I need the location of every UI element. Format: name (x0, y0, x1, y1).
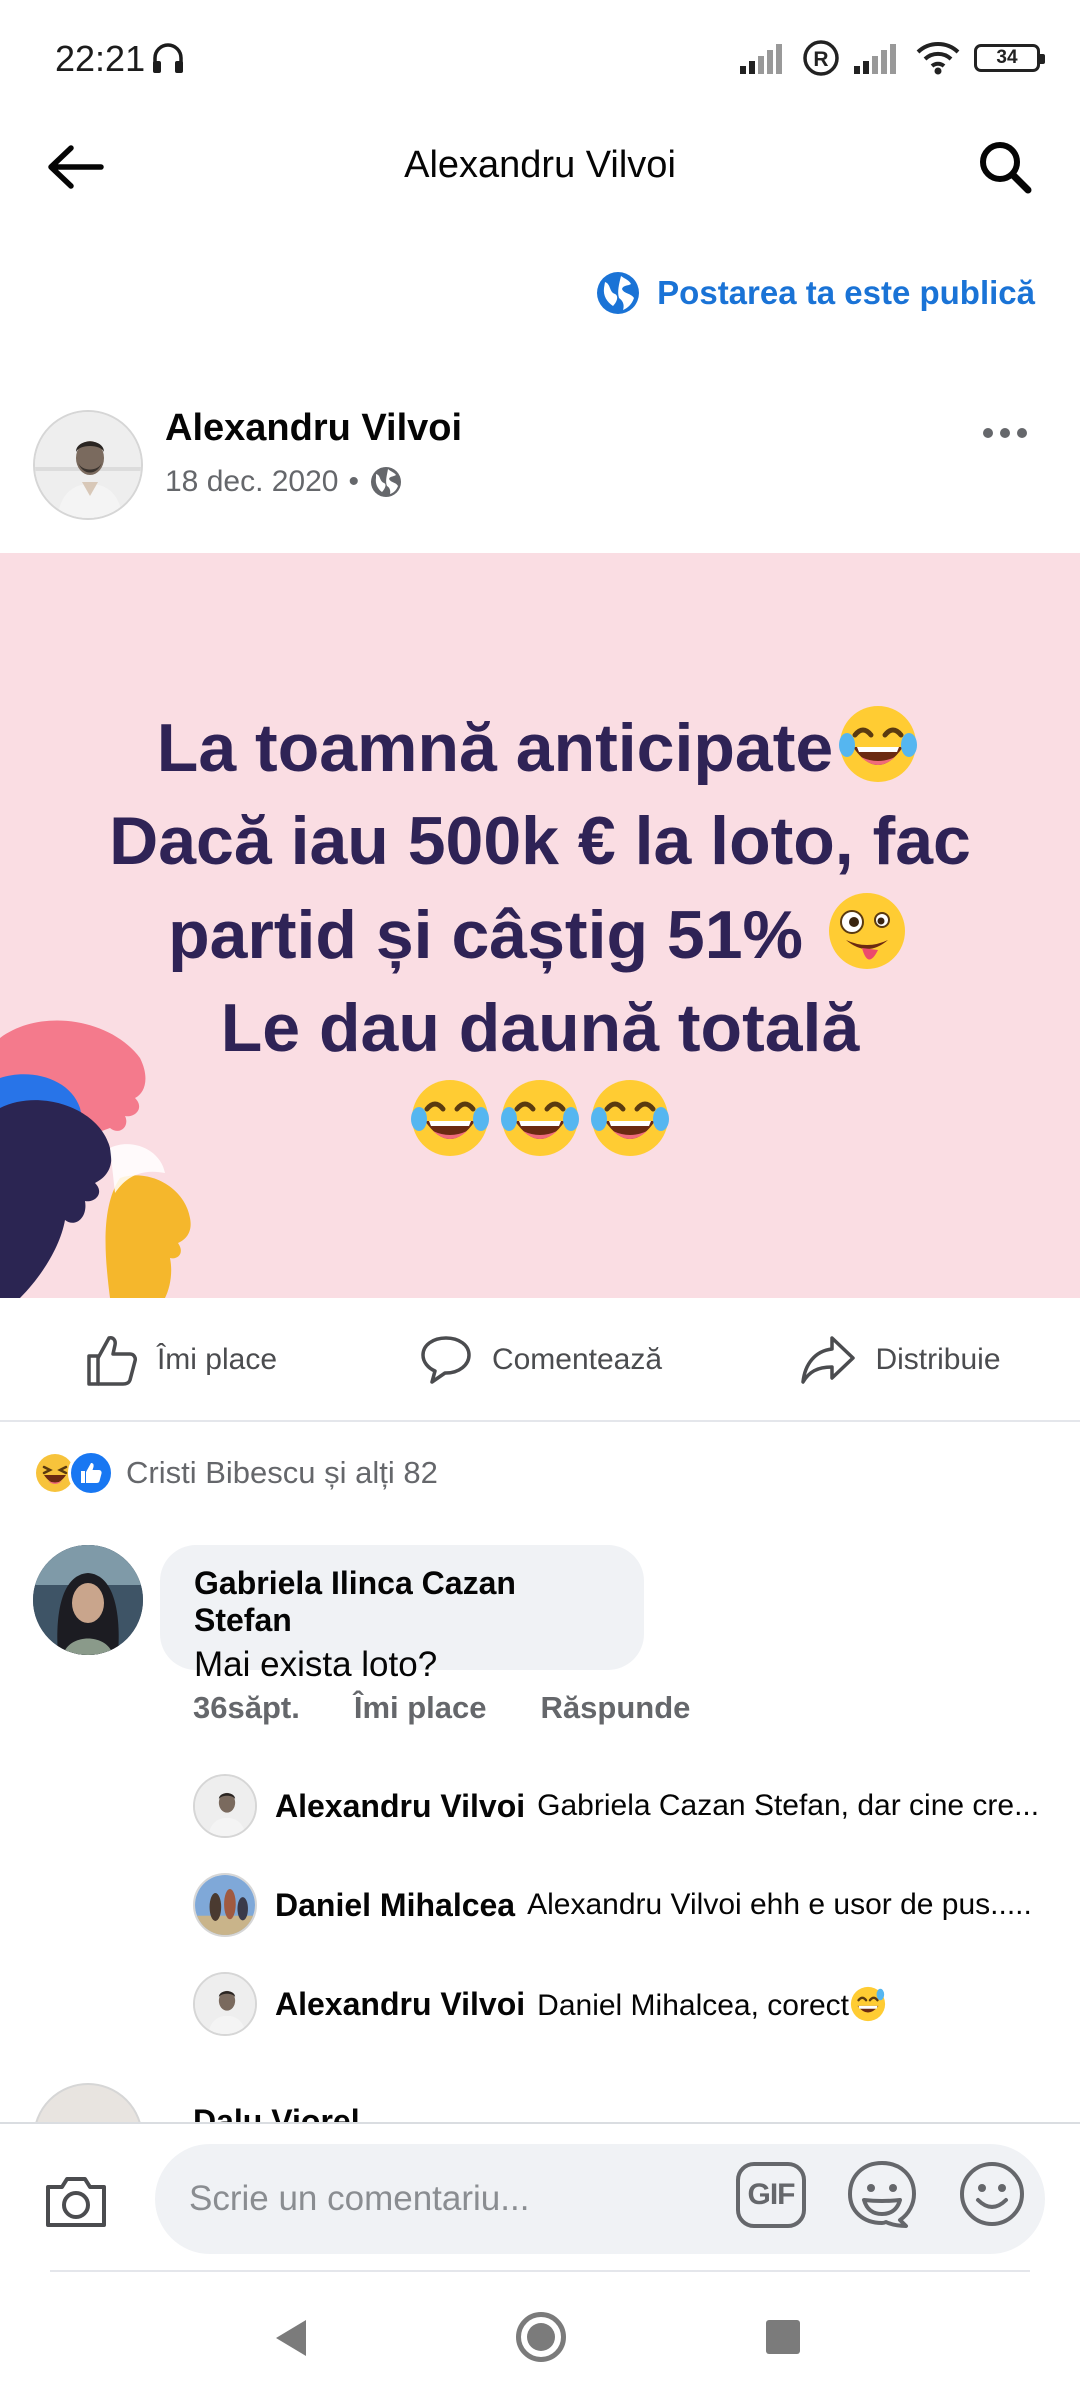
share-button[interactable]: Distribuie (720, 1300, 1080, 1420)
tears-of-joy-emoji (839, 706, 918, 782)
tears-of-joy-emoji (591, 1080, 669, 1156)
reactions-summary[interactable]: Cristi Bibescu și alți 82 (32, 1450, 438, 1496)
tears-of-joy-emoji (411, 1080, 489, 1156)
share-label: Distribuie (875, 1343, 1001, 1376)
reply-author[interactable]: Alexandru Vilvoi (275, 1986, 525, 2023)
avatar (195, 1974, 255, 2034)
camera-icon (46, 2177, 106, 2227)
comment-icon (421, 1336, 471, 1384)
reactions-text: Cristi Bibescu și alți 82 (126, 1455, 438, 1490)
like-reaction-icon (68, 1450, 114, 1496)
status-bar: 22:21 R 34 (0, 0, 1080, 120)
reply-item[interactable]: Daniel Mihalcea Alexandru Vilvoi ehh e u… (193, 1873, 1043, 1937)
battery-icon: 34 (974, 44, 1045, 72)
post-actions: Îmi place Comentează Distribuie (0, 1300, 1080, 1422)
app-header: Alexandru Vilvoi (0, 120, 1080, 210)
privacy-text: Postarea ta este publică (657, 274, 1035, 311)
globe-icon (597, 272, 640, 314)
reply-avatar (193, 1873, 257, 1937)
status-icons: R 34 (740, 38, 1045, 78)
avatar (195, 1776, 255, 1836)
reply-text: Alexandru Vilvoi ehh e usor de pus..... (527, 1888, 1032, 1921)
grinning-sweat-emoji (850, 1986, 886, 2022)
post-meta: 18 dec. 2020 • (165, 465, 403, 499)
emoji-icon[interactable] (958, 2160, 1026, 2228)
banner-line-3-text: partid și câștig 51% (168, 897, 803, 973)
post-author-avatar[interactable] (33, 410, 143, 520)
share-icon (801, 1336, 856, 1384)
more-dot (1000, 428, 1010, 438)
search-button[interactable] (970, 132, 1040, 202)
reply-avatar (193, 1972, 257, 2036)
nav-back-icon[interactable] (272, 2318, 308, 2358)
more-dot (983, 428, 993, 438)
headphones-icon (153, 43, 183, 73)
reply-text: Gabriela Cazan Stefan, dar cine cre... (537, 1789, 1040, 1822)
battery-level: 34 (996, 47, 1018, 68)
system-nav-bar (0, 2280, 1080, 2400)
reply-author[interactable]: Daniel Mihalcea (275, 1887, 515, 1924)
divider (50, 2270, 1030, 2272)
comment-label: Comentează (491, 1343, 663, 1376)
post-banner: La toamnă anticipate Dacă iau 500k € la … (0, 553, 1080, 1298)
comment-author[interactable]: Gabriela Ilinca Cazan Stefan (194, 1565, 610, 1639)
nav-home-dot (527, 2323, 555, 2351)
roaming-icon: R (803, 40, 839, 76)
zany-face-emoji (828, 893, 905, 969)
banner-line-3: partid și câștig 51% (60, 888, 1020, 982)
sticker-icon[interactable] (846, 2158, 918, 2230)
comment-bubble[interactable]: Gabriela Ilinca Cazan Stefan Mai exista … (160, 1545, 644, 1684)
tears-of-joy-emoji (501, 1080, 579, 1156)
avatar (33, 1545, 143, 1655)
nav-recents-icon[interactable] (766, 2320, 800, 2354)
search-icon (980, 142, 1032, 194)
banner-line-2: Dacă iau 500k € la loto, fac (109, 803, 971, 879)
thumbs-up-icon (87, 1336, 137, 1386)
comment-composer (0, 2122, 1080, 2272)
more-dot (1017, 428, 1027, 438)
comment-text: Mai exista loto? (194, 1645, 438, 1684)
post-banner-text: La toamnă anticipate Dacă iau 500k € la … (60, 701, 1020, 1169)
post-date[interactable]: 18 dec. 2020 (165, 465, 338, 499)
meta-separator: • (348, 465, 359, 498)
reply-item[interactable]: Alexandru Vilvoi Gabriela Cazan Stefan, … (193, 1774, 1043, 1838)
reply-text-content: Daniel Mihalcea, corect (537, 1989, 849, 2022)
comment-author-avatar[interactable] (33, 1545, 143, 1655)
post-author-name[interactable]: Alexandru Vilvoi (165, 407, 462, 450)
gif-label: GIF (747, 2178, 796, 2211)
camera-button[interactable] (40, 2169, 112, 2233)
page-title: Alexandru Vilvoi (404, 144, 676, 186)
banner-line-1: La toamnă anticipate (60, 701, 1020, 795)
comment-reply-button[interactable]: Răspunde (541, 1690, 691, 1726)
avatar (195, 1875, 255, 1935)
post-more-button[interactable] (970, 408, 1040, 458)
comment-button[interactable]: Comentează (360, 1300, 720, 1420)
signal-icon (854, 44, 896, 74)
reply-avatar (193, 1774, 257, 1838)
banner-line-4: Le dau daună totală (220, 990, 860, 1066)
gif-button[interactable]: GIF (736, 2162, 806, 2228)
like-button[interactable]: Îmi place (0, 1300, 360, 1420)
banner-emoji-row (60, 1075, 1020, 1169)
reply-text: Daniel Mihalcea, corect (537, 1985, 887, 2023)
comment-like-button[interactable]: Îmi place (354, 1690, 487, 1726)
banner-line-1-text: La toamnă anticipate (156, 710, 834, 786)
status-time: 22:21 (55, 38, 146, 79)
nav-home-icon[interactable] (516, 2312, 566, 2362)
comment-time: 36săpt. (193, 1690, 300, 1725)
privacy-note[interactable]: Postarea ta este publică (595, 270, 1035, 316)
like-label: Îmi place (156, 1343, 278, 1376)
avatar (35, 412, 141, 518)
wifi-icon (916, 42, 960, 75)
svg-text:R: R (813, 48, 828, 71)
reply-item[interactable]: Alexandru Vilvoi Daniel Mihalcea, corect (193, 1972, 1043, 2036)
comment-actions: 36săpt. Îmi place Răspunde (193, 1690, 690, 1726)
globe-icon (371, 467, 401, 497)
reply-author[interactable]: Alexandru Vilvoi (275, 1788, 525, 1825)
signal-icon (740, 44, 782, 74)
